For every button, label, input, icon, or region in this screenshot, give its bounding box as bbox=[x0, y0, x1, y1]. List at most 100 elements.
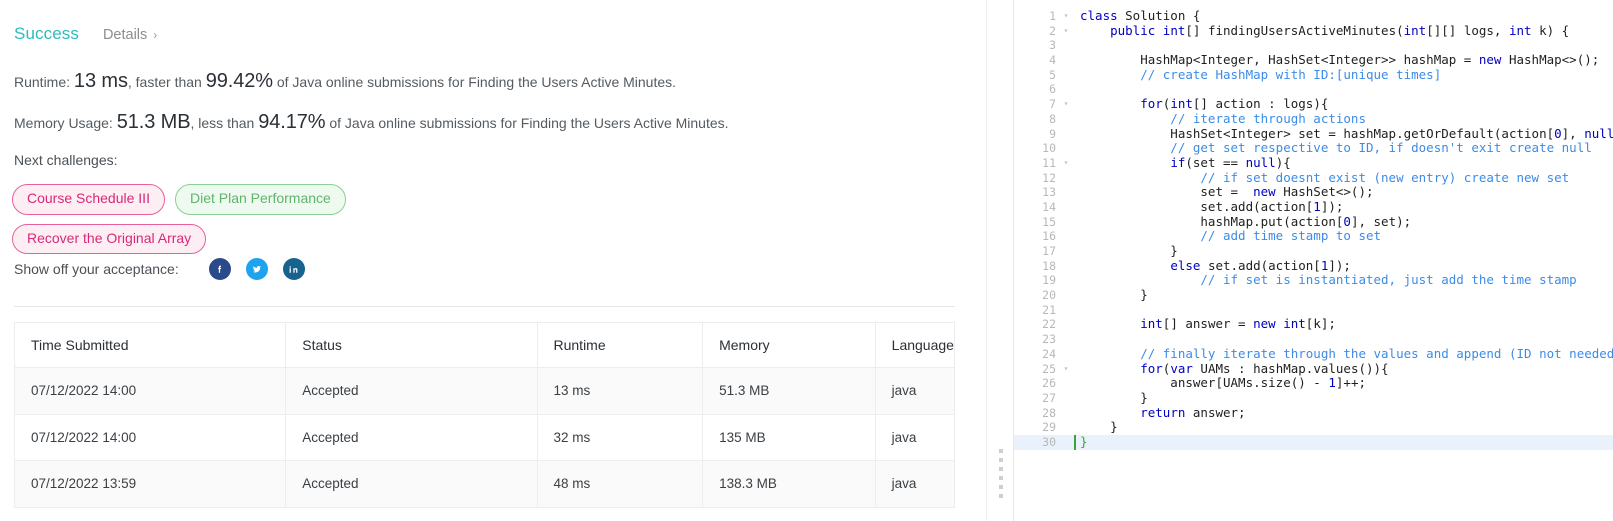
memory-value: 51.3 MB bbox=[116, 111, 191, 133]
code-line-text: // if set is instantiated, just add the … bbox=[1080, 272, 1577, 288]
code-line[interactable]: 28 return answer; bbox=[1014, 404, 1613, 421]
table-row[interactable]: 07/12/2022 13:59 Accepted 48 ms 138.3 MB jav… bbox=[13, 460, 956, 508]
col-header-time-submitted: Time Submitted bbox=[13, 322, 287, 368]
code-line-text: } bbox=[1074, 434, 1613, 450]
code-line[interactable]: 22 int[] answer = new int[k]; bbox=[1014, 317, 1613, 332]
code-line[interactable]: 29 } bbox=[1014, 419, 1613, 435]
details-label: Details bbox=[102, 27, 148, 43]
runtime-prefix: Runtime: bbox=[14, 74, 71, 90]
code-line[interactable]: 27 } bbox=[1014, 389, 1613, 406]
cell-status-link[interactable]: Accepted bbox=[285, 460, 538, 508]
status-row: Success Details › bbox=[14, 24, 157, 44]
code-line[interactable]: 5 // create HashMap with ID:[unique time… bbox=[1014, 66, 1613, 83]
code-line[interactable]: 19 // if set is instantiated, just add t… bbox=[1014, 273, 1613, 288]
code-line[interactable]: 18 else set.add(action[1]); bbox=[1014, 258, 1613, 274]
cell-language: java bbox=[874, 413, 956, 461]
line-number: 23 bbox=[1042, 332, 1056, 347]
pane-resize-handle[interactable] bbox=[986, 0, 1013, 521]
line-number: 1 bbox=[1049, 9, 1056, 23]
result-panel: Success Details › Runtime: 13 ms, faster… bbox=[0, 0, 986, 521]
code-line[interactable]: 11 ▾ if(set == null){ bbox=[1014, 154, 1613, 171]
cell-language: java bbox=[874, 460, 956, 508]
line-number: 8 bbox=[1049, 111, 1056, 126]
next-challenge-chip[interactable]: Diet Plan Performance bbox=[174, 184, 346, 215]
line-number: 4 bbox=[1049, 53, 1056, 68]
fold-toggle-icon[interactable]: ▾ bbox=[1058, 24, 1074, 39]
next-challenge-chip[interactable]: Recover the Original Array bbox=[12, 223, 207, 254]
runtime-suffix: of Java online submissions for Finding t… bbox=[276, 74, 677, 90]
code-line[interactable]: 14 set.add(action[1]); bbox=[1014, 198, 1613, 215]
code-line[interactable]: 23 bbox=[1014, 332, 1613, 347]
code-editor[interactable]: 1 ▾ class Solution {2 ▾ public int[] findin… bbox=[1013, 0, 1613, 521]
code-line[interactable]: 20 } bbox=[1014, 287, 1613, 303]
code-line[interactable]: 13 set = new HashSet<>(); bbox=[1014, 184, 1613, 200]
resize-grip-dots bbox=[999, 449, 1003, 498]
line-number: 16 bbox=[1042, 229, 1056, 244]
cell-status-link[interactable]: Accepted bbox=[285, 413, 538, 461]
code-line[interactable]: 24 // finally iterate through the values… bbox=[1014, 345, 1613, 362]
memory-suffix: of Java online submissions for Finding t… bbox=[329, 115, 729, 131]
line-number: 26 bbox=[1042, 376, 1056, 391]
code-line[interactable]: 8 // iterate through actions bbox=[1014, 111, 1613, 127]
code-line-text: HashMap<Integer, HashSet<Integer>> hashM… bbox=[1080, 52, 1600, 68]
code-line[interactable]: 25 ▾ for(var UAMs : hashMap.values()){ bbox=[1014, 361, 1613, 377]
code-line[interactable]: 10 // get set respective to ID, if doesn… bbox=[1014, 140, 1613, 156]
table-row[interactable]: 07/12/2022 14:00 Accepted 13 ms 51.3 MB java bbox=[13, 367, 956, 415]
code-line[interactable]: 15 hashMap.put(action[0], set); bbox=[1014, 214, 1613, 230]
code-line[interactable]: 3 bbox=[1014, 38, 1613, 53]
code-line[interactable]: 9 HashSet<Integer> set = hashMap.getOrDe… bbox=[1014, 126, 1613, 142]
fold-toggle-icon[interactable]: ▾ bbox=[1058, 362, 1074, 377]
line-number: 11 bbox=[1042, 155, 1056, 170]
table-row[interactable]: 07/12/2022 14:00 Accepted 32 ms 135 MB java bbox=[13, 413, 956, 461]
table-header-row: Time Submitted Status Runtime Memory Lan… bbox=[13, 322, 956, 368]
twitter-icon[interactable] bbox=[245, 258, 268, 280]
code-line[interactable]: 12 // if set doesnt exist (new entry) cr… bbox=[1014, 170, 1613, 186]
cell-status-link[interactable]: Accepted bbox=[285, 367, 538, 415]
line-number: 18 bbox=[1042, 258, 1056, 273]
cell-language: java bbox=[874, 367, 956, 415]
line-number: 25 bbox=[1042, 361, 1056, 376]
line-number: 14 bbox=[1042, 199, 1056, 214]
code-line-text: } bbox=[1080, 389, 1148, 405]
col-header-status: Status bbox=[285, 322, 538, 368]
code-line[interactable]: 21 bbox=[1014, 303, 1613, 318]
code-line-text: // add time stamp to set bbox=[1080, 228, 1382, 244]
section-divider bbox=[14, 306, 955, 307]
code-line-text: // finally iterate through the values an… bbox=[1080, 345, 1613, 361]
fold-toggle-icon[interactable]: ▾ bbox=[1058, 156, 1074, 171]
memory-mid: , less than bbox=[190, 115, 255, 131]
code-line-text: if(set == null){ bbox=[1170, 154, 1291, 170]
line-number: 29 bbox=[1042, 420, 1056, 435]
code-line[interactable]: 30} bbox=[1014, 434, 1613, 450]
code-line[interactable]: 4 HashMap<Integer, HashSet<Integer>> has… bbox=[1014, 52, 1613, 68]
facebook-icon[interactable] bbox=[208, 258, 231, 280]
code-line[interactable]: 7 ▾ for(int[] action : logs){ bbox=[1014, 96, 1613, 112]
next-challenges-list: Course Schedule III Diet Plan Performance… bbox=[12, 184, 432, 254]
code-line[interactable]: 6 bbox=[1014, 82, 1613, 97]
fold-toggle-icon[interactable]: ▾ bbox=[1058, 9, 1074, 24]
col-header-language: Language bbox=[874, 322, 956, 368]
fold-toggle-icon[interactable]: ▾ bbox=[1058, 97, 1074, 112]
code-line-text: return answer; bbox=[1140, 404, 1246, 420]
details-link[interactable]: Details › bbox=[103, 27, 157, 43]
code-line[interactable]: 1 ▾ class Solution { bbox=[1014, 8, 1613, 24]
code-line[interactable]: 17 } bbox=[1014, 243, 1613, 259]
linkedin-icon[interactable] bbox=[282, 258, 305, 280]
code-line[interactable]: 2 ▾ public int[] findingUsersActiveMinute… bbox=[1014, 22, 1613, 39]
chevron-right-icon: › bbox=[153, 28, 158, 42]
line-number: 5 bbox=[1049, 67, 1056, 82]
status-badge: Success bbox=[14, 24, 79, 43]
line-number: 7 bbox=[1049, 97, 1056, 112]
code-line-text: // create HashMap with ID:[unique times] bbox=[1080, 66, 1442, 82]
code-line-text: set.add(action[1]); bbox=[1080, 198, 1344, 214]
code-line-text: answer[UAMs.size() - 1]++; bbox=[1080, 375, 1366, 391]
line-number: 13 bbox=[1042, 185, 1056, 200]
runtime-stat: Runtime: 13 ms, faster than 99.42% of Ja… bbox=[14, 70, 676, 93]
col-header-memory: Memory bbox=[702, 322, 876, 368]
code-line[interactable]: 16 // add time stamp to set bbox=[1014, 228, 1613, 244]
next-challenge-chip[interactable]: Course Schedule III bbox=[12, 184, 165, 215]
line-number: 28 bbox=[1042, 405, 1056, 420]
code-line-text: public int[] findingUsersActiveMinutes(i… bbox=[1110, 22, 1570, 38]
runtime-value: 13 ms bbox=[73, 70, 128, 92]
code-line[interactable]: 26 answer[UAMs.size() - 1]++; bbox=[1014, 375, 1613, 391]
